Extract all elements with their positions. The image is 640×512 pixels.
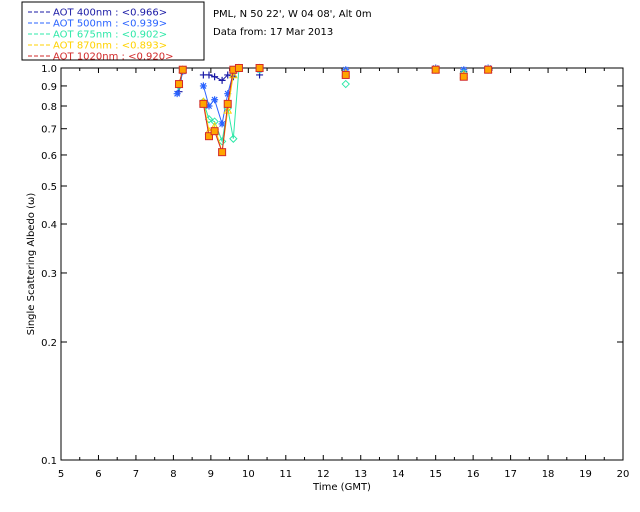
data-point [205, 71, 213, 79]
legend: AOT 400nm : <0.966>AOT 500nm : <0.939>AO… [21, 1, 205, 63]
x-tick-label: 7 [133, 469, 139, 480]
data-point [341, 70, 350, 79]
legend-label: AOT 1020nm : <0.920> [53, 52, 173, 63]
data-point [175, 80, 184, 89]
x-tick-label: 8 [170, 469, 176, 480]
x-tick-label: 13 [354, 469, 367, 480]
header-date: Data from: 17 Mar 2013 [213, 27, 333, 38]
x-tick-label: 9 [208, 469, 214, 480]
x-tick-label: 14 [392, 469, 405, 480]
header-location: PML, N 50 22', W 04 08', Alt 0m [213, 9, 372, 20]
x-tick-label: 6 [95, 469, 101, 480]
y-tick-label: 0.3 [41, 269, 57, 280]
data-point [234, 64, 243, 72]
data-point [459, 72, 468, 81]
data-point [178, 65, 187, 74]
x-tick-label: 17 [504, 469, 517, 480]
y-tick-label: 0.2 [41, 338, 57, 349]
data-point [255, 64, 264, 72]
data-point [431, 65, 440, 74]
y-tick-label: 0.4 [41, 220, 57, 231]
albedo-chart: AOT 400nm : <0.966>AOT 500nm : <0.939>AO… [21, 1, 630, 493]
x-tick-label: 20 [617, 469, 630, 480]
series-layer [173, 63, 493, 157]
legend-label: AOT 675nm : <0.902> [53, 30, 167, 41]
y-tick-label: 0.9 [41, 82, 57, 93]
series-group [175, 64, 493, 157]
data-point [199, 82, 207, 90]
x-tick-label: 19 [579, 469, 592, 480]
y-tick-label: 0.7 [41, 125, 57, 136]
data-point [223, 99, 232, 108]
x-tick-label: 10 [242, 469, 255, 480]
data-point [211, 96, 219, 104]
plot-frame [60, 67, 624, 461]
y-axis-ticks: 0.1 0.2 0.3 0.4 0.5 0.6 0.7 0.8 0.9 1.0 [41, 64, 623, 467]
y-tick-label: 0.6 [41, 151, 57, 162]
y-tick-label: 1.0 [41, 64, 57, 75]
y-tick-label: 0.5 [41, 182, 57, 193]
legend-label: AOT 500nm : <0.939> [53, 19, 167, 30]
data-point [211, 73, 219, 81]
series-group [174, 63, 493, 146]
y-tick-label: 0.8 [41, 102, 57, 113]
x-axis-ticks: 5 6 7 8 9 10 11 12 13 14 15 16 17 18 19 20 [58, 68, 630, 480]
x-tick-label: 16 [467, 469, 480, 480]
data-point [173, 90, 181, 98]
x-tick-label: 11 [279, 469, 292, 480]
data-point [484, 65, 493, 74]
legend-label: AOT 870nm : <0.893> [53, 41, 167, 52]
data-point [218, 148, 227, 157]
series-group [175, 64, 492, 96]
series-group [173, 64, 492, 128]
x-axis-title: Time (GMT) [312, 482, 371, 493]
data-point [199, 99, 208, 108]
data-point [341, 79, 350, 89]
legend-label: AOT 400nm : <0.966> [53, 8, 167, 19]
x-tick-label: 12 [317, 469, 330, 480]
y-tick-label: 0.1 [41, 456, 57, 467]
x-tick-label: 5 [58, 469, 64, 480]
x-tick-label: 18 [542, 469, 555, 480]
x-tick-label: 15 [429, 469, 442, 480]
data-point [210, 127, 219, 136]
y-axis-title: Single Scattering Albedo (ω) [26, 193, 37, 336]
